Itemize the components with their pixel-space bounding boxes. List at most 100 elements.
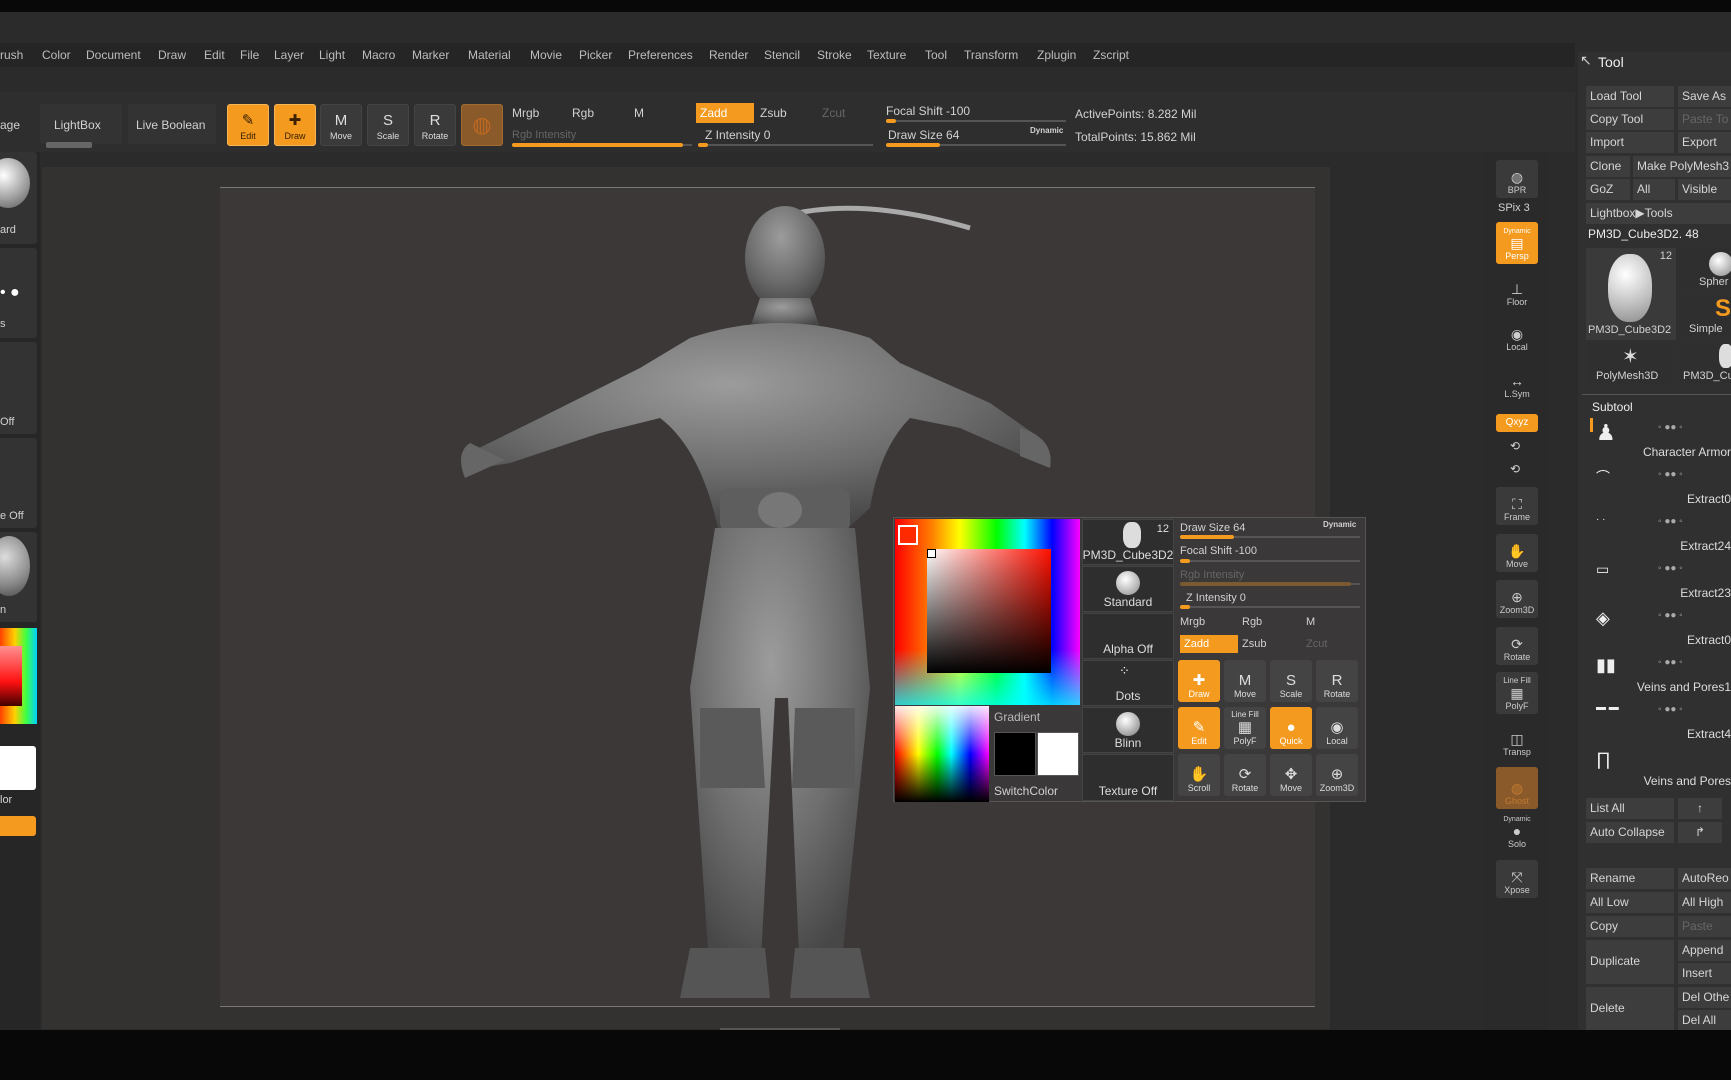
tool-thumb-pm3d[interactable]: 12 PM3D_Cube3D2: [1586, 248, 1676, 340]
subtool-item[interactable]: ♟ ◦ ●● ◦ Character Armor: [1586, 416, 1731, 461]
rotate-view-button[interactable]: ⟳ Rotate: [1496, 627, 1538, 665]
auto-collapse-button[interactable]: Auto Collapse: [1586, 822, 1674, 843]
export-button[interactable]: Export: [1678, 132, 1731, 153]
subtool-visibility-toggles[interactable]: ◦ ●● ◦: [1658, 422, 1683, 433]
rotate-axis-z-icon[interactable]: ⟲: [1510, 462, 1520, 476]
all-high-button[interactable]: All High: [1678, 892, 1731, 913]
left-orange-toggle[interactable]: [0, 816, 36, 836]
menu-texture[interactable]: Texture: [867, 48, 906, 62]
floor-button[interactable]: ⊥ Floor: [1496, 272, 1538, 310]
duplicate-button[interactable]: Duplicate: [1586, 940, 1674, 984]
rgb-intensity-slider[interactable]: [512, 143, 692, 147]
tool-thumb-polymesh3d[interactable]: ✶ PolyMesh3D: [1586, 342, 1676, 386]
subtool-item[interactable]: · · ◦ ●● ◦ Extract24: [1586, 510, 1731, 555]
subtool-item[interactable]: ▮▮ ◦ ●● ◦ Veins and Pores1: [1586, 651, 1731, 696]
menu-render[interactable]: Render: [709, 48, 748, 62]
color-cursor[interactable]: [927, 549, 936, 558]
xpose-button[interactable]: ⤧ Xpose: [1496, 860, 1538, 898]
menu-light[interactable]: Light: [319, 48, 345, 62]
paste-subtool-button[interactable]: Paste: [1678, 916, 1731, 937]
standard-brush-slot[interactable]: Standard: [1082, 566, 1174, 612]
menu-draw[interactable]: Draw: [158, 48, 186, 62]
zadd-button[interactable]: Zadd: [696, 103, 754, 123]
rotate-mode-button[interactable]: R Rotate: [414, 104, 456, 146]
tool-thumbnail[interactable]: 12 PM3D_Cube3D2: [1082, 519, 1174, 565]
popup-zsub-button[interactable]: Zsub: [1242, 638, 1266, 650]
del-all-button[interactable]: Del All: [1678, 1010, 1731, 1030]
copy-subtool-button[interactable]: Copy: [1586, 916, 1674, 937]
menu-brush[interactable]: rush: [0, 48, 23, 62]
material-slot[interactable]: n: [0, 532, 37, 622]
popup-edit-button[interactable]: ✎ Edit: [1178, 707, 1220, 749]
goz-all-button[interactable]: All: [1633, 179, 1675, 200]
menu-picker[interactable]: Picker: [579, 48, 612, 62]
zoom3d-button[interactable]: ⊕ Zoom3D: [1496, 580, 1538, 618]
popup-quick-button[interactable]: ● Quick: [1270, 707, 1312, 749]
m-button[interactable]: M: [634, 106, 644, 120]
load-tool-button[interactable]: Load Tool: [1586, 86, 1674, 107]
bottom-scroll-handle[interactable]: [720, 1028, 840, 1030]
popup-z-intensity-slider[interactable]: [1180, 605, 1360, 609]
scroll-handle[interactable]: [46, 142, 92, 148]
subtool-item[interactable]: ⌒ ◦ ●● ◦ Extract0: [1586, 463, 1731, 508]
popup-zcut-button[interactable]: Zcut: [1306, 638, 1327, 650]
arrow-up-icon[interactable]: ↑: [1678, 798, 1722, 819]
popup-local-button[interactable]: ◉ Local: [1316, 707, 1358, 749]
popup-rotate-view-button[interactable]: ⟳ Rotate: [1224, 754, 1266, 796]
rename-button[interactable]: Rename: [1586, 868, 1674, 889]
popup-m-button[interactable]: M: [1306, 616, 1315, 628]
saturation-value-square[interactable]: [927, 549, 1051, 673]
popup-rgb-intensity-slider[interactable]: [1180, 582, 1360, 586]
material-swatch-button[interactable]: ◍: [461, 104, 503, 146]
menu-zplugin[interactable]: Zplugin: [1037, 48, 1076, 62]
move-view-button[interactable]: ✋ Move: [1496, 534, 1538, 572]
copy-tool-button[interactable]: Copy Tool: [1586, 109, 1674, 130]
menu-material[interactable]: Material: [468, 48, 511, 62]
rotate-axis-y-icon[interactable]: ⟲: [1510, 439, 1520, 453]
list-all-button[interactable]: List All: [1586, 798, 1674, 819]
live-boolean-button[interactable]: Live Boolean: [128, 104, 216, 144]
gradient-black-swatch[interactable]: [994, 732, 1036, 776]
goz-visible-button[interactable]: Visible: [1678, 179, 1731, 200]
menu-edit[interactable]: Edit: [204, 48, 225, 62]
zcut-button[interactable]: Zcut: [822, 106, 845, 120]
local-button[interactable]: ◉ Local: [1496, 317, 1538, 355]
transp-button[interactable]: ◫ Transp: [1496, 722, 1538, 760]
gradient-white-swatch[interactable]: [1037, 732, 1079, 776]
bpr-button[interactable]: ◍ BPR: [1496, 160, 1538, 198]
move-mode-button[interactable]: M Move: [320, 104, 362, 146]
dynamic-toggle[interactable]: Dynamic: [1030, 126, 1063, 135]
menu-file[interactable]: File: [240, 48, 259, 62]
menu-stroke[interactable]: Stroke: [817, 48, 852, 62]
lightbox-tools-button[interactable]: Lightbox▶Tools: [1586, 203, 1731, 224]
alpha-slot[interactable]: Off: [0, 342, 37, 434]
popup-zadd-button[interactable]: Zadd: [1180, 635, 1238, 653]
popup-focal-shift-slider[interactable]: [1180, 559, 1360, 563]
popup-mrgb-button[interactable]: Mrgb: [1180, 616, 1205, 628]
ghost-button[interactable]: ◍ Ghost: [1496, 767, 1538, 809]
draw-mode-button[interactable]: ✚ Draw: [274, 104, 316, 146]
color-hue-picker[interactable]: [895, 519, 1080, 705]
color-picker-strip[interactable]: [0, 628, 37, 724]
subtool-visibility-toggles[interactable]: ◦ ●● ◦: [1658, 469, 1683, 480]
tool-thumb-pm3d-2[interactable]: PM3D_Cu: [1679, 342, 1731, 386]
tool-thumb-sphere[interactable]: Spher: [1679, 248, 1731, 294]
subtool-visibility-toggles[interactable]: ◦ ●● ◦: [1658, 563, 1683, 574]
home-page-button[interactable]: age: [0, 118, 20, 132]
subtool-visibility-toggles[interactable]: ◦ ●● ◦: [1658, 610, 1683, 621]
xyz-button[interactable]: Qxyz: [1496, 414, 1538, 432]
make-polymesh-button[interactable]: Make PolyMesh3: [1633, 156, 1731, 177]
popup-rotate-button[interactable]: R Rotate: [1316, 660, 1358, 702]
focal-shift-slider[interactable]: [886, 119, 1066, 123]
scale-mode-button[interactable]: S Scale: [367, 104, 409, 146]
edit-mode-button[interactable]: ✎ Edit: [227, 104, 269, 146]
popup-rgb-button[interactable]: Rgb: [1242, 616, 1262, 628]
alpha-slot[interactable]: Alpha Off: [1082, 613, 1174, 659]
zsub-button[interactable]: Zsub: [760, 106, 787, 120]
menu-zscript[interactable]: Zscript: [1093, 48, 1129, 62]
subtool-item[interactable]: ▬ ▬ ◦ ●● ◦ Extract4: [1586, 698, 1731, 743]
tool-panel-collapse-icon[interactable]: ↖: [1580, 52, 1592, 69]
menu-transform[interactable]: Transform: [964, 48, 1018, 62]
delete-button[interactable]: Delete: [1586, 987, 1674, 1030]
lightbox-button[interactable]: LightBox: [40, 104, 122, 144]
